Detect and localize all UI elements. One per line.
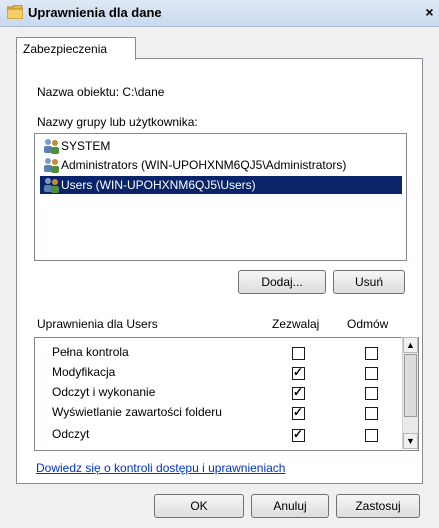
remove-button[interactable]: Usuń [333,270,405,294]
deny-column-header: Odmów [347,317,389,331]
list-item-label: Users (WIN-UPOHXNM6QJ5\Users) [61,178,256,192]
permission-row: Odczyt i wykonanie [52,385,352,405]
tab-security-label: Zabezpieczenia [23,42,108,56]
permission-row: Pełna kontrola [52,345,352,365]
permission-row: Wyświetlanie zawartości folderu [52,405,352,425]
close-button[interactable]: × [420,2,439,22]
object-name-value: C:\dane [122,85,165,99]
list-item-label: Administrators (WIN-UPOHXNM6QJ5\Administ… [61,158,347,172]
list-item[interactable]: Administrators (WIN-UPOHXNM6QJ5\Administ… [40,156,402,174]
permission-name: Odczyt i wykonanie [52,385,156,399]
allow-checkbox[interactable] [292,365,305,380]
tab-security[interactable]: Zabezpieczenia [16,37,136,60]
allow-checkbox[interactable] [292,347,305,360]
scroll-down-icon[interactable]: ▼ [403,433,418,449]
deny-checkbox[interactable] [365,367,378,380]
deny-checkbox[interactable] [365,407,378,420]
cancel-button[interactable]: Anuluj [251,494,329,518]
permissions-dialog: Uprawnienia dla dane × Zabezpieczenia Na… [0,0,439,528]
allow-checkbox[interactable] [292,427,305,442]
groups-listbox[interactable]: SYSTEM Administrators (WIN-UPOHXNM6QJ5\A… [34,133,407,261]
ok-button[interactable]: OK [154,494,244,518]
permission-name: Modyfikacja [52,365,116,379]
users-group-icon [44,139,59,154]
users-group-icon [44,158,59,173]
allow-column-header: Zezwalaj [272,317,320,331]
permissions-label: Uprawnienia dla Users [37,317,158,331]
list-item-selected[interactable]: Users (WIN-UPOHXNM6QJ5\Users) [40,176,402,194]
title-bar[interactable]: Uprawnienia dla dane × [0,0,439,27]
allow-checkbox[interactable] [292,405,305,420]
object-name-label: Nazwa obiektu: C:\dane [37,85,165,99]
window-title: Uprawnienia dla dane [28,5,162,20]
list-item-label: SYSTEM [61,139,111,153]
permission-row: Odczyt [52,427,352,447]
help-link[interactable]: Dowiedz się o kontroli dostępu i uprawni… [36,461,285,475]
permission-name: Wyświetlanie zawartości folderu [52,405,222,419]
list-item[interactable]: SYSTEM [40,137,402,155]
users-group-icon [44,178,59,193]
add-button[interactable]: Dodaj... [238,270,326,294]
scroll-thumb[interactable] [404,354,417,417]
groups-label: Nazwy grupy lub użytkownika: [37,115,198,129]
folder-icon [7,5,23,19]
deny-checkbox[interactable] [365,429,378,442]
deny-checkbox[interactable] [365,387,378,400]
deny-checkbox[interactable] [365,347,378,360]
apply-button[interactable]: Zastosuj [336,494,420,518]
allow-checkbox[interactable] [292,385,305,400]
permission-row: Modyfikacja [52,365,352,385]
permission-name: Odczyt [52,427,90,441]
permissions-scrollbar[interactable]: ▲ ▼ [402,337,418,449]
scroll-up-icon[interactable]: ▲ [403,337,418,353]
permission-name: Pełna kontrola [52,345,129,359]
permissions-list: Pełna kontrola Modyfikacja Odczyt i wyko… [34,337,419,451]
